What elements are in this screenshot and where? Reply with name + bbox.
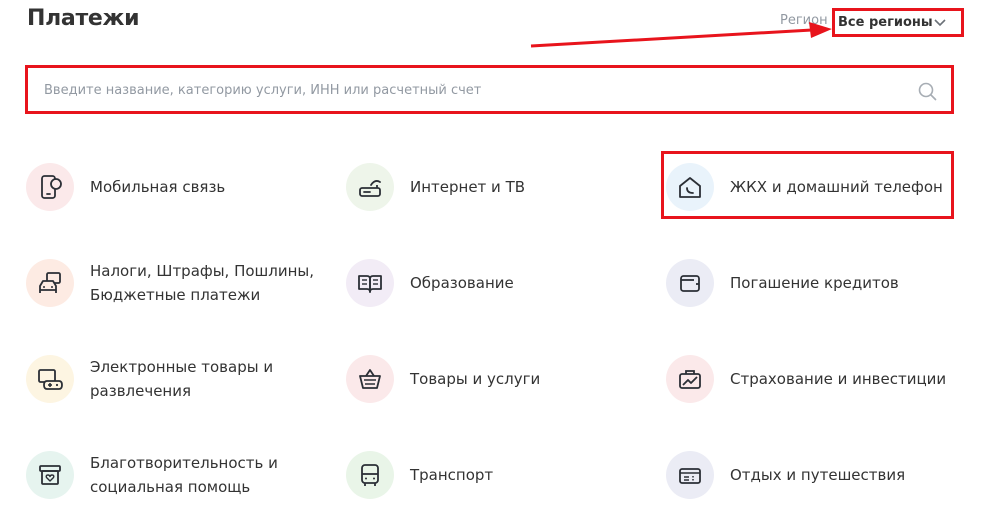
- category-icon-circle: [666, 355, 714, 403]
- house-phone-icon: [679, 177, 701, 198]
- category-label: Мобильная связь: [90, 178, 226, 196]
- category-label: Товары и услуги: [410, 370, 541, 388]
- category-mobile[interactable]: Мобильная связь: [26, 161, 326, 213]
- category-charity[interactable]: Благотворительность и социальная помощь: [26, 449, 326, 501]
- category-icon-circle: [346, 355, 394, 403]
- bus-icon: [361, 464, 379, 486]
- category-travel[interactable]: Отдых и путешествия: [666, 449, 966, 501]
- search-box: [25, 65, 954, 114]
- category-label: Благотворительность и социальная помощь: [90, 454, 278, 496]
- category-electronic-goods[interactable]: Электронные товары и развлечения: [26, 353, 326, 405]
- category-loans[interactable]: Погашение кредитов: [666, 257, 966, 309]
- category-icon-circle: [346, 163, 394, 211]
- ticket-icon: [679, 468, 701, 484]
- car-document-icon: [39, 272, 61, 293]
- book-icon: [358, 275, 382, 293]
- chevron-down-icon: [934, 19, 946, 27]
- category-label: Интернет и ТВ: [410, 178, 526, 196]
- category-icon-circle: [346, 259, 394, 307]
- category-icon-circle: [26, 355, 74, 403]
- category-icon-circle: [26, 259, 74, 307]
- region-label: Регион: [780, 13, 828, 28]
- category-insurance[interactable]: Страхование и инвестиции: [666, 353, 966, 405]
- basket-icon: [359, 369, 381, 389]
- category-utilities[interactable]: ЖКХ и домашний телефон: [666, 161, 966, 213]
- category-education[interactable]: Образование: [346, 257, 646, 309]
- region-select-value: Все регионы: [838, 15, 933, 30]
- mobile-phone-icon: [41, 175, 62, 199]
- category-label: Отдых и путешествия: [730, 466, 906, 484]
- category-label: Налоги, Штрафы, Пошлины, Бюджетные плате…: [90, 262, 315, 304]
- category-internet-tv[interactable]: Интернет и ТВ: [346, 161, 646, 213]
- category-icon-circle: [26, 451, 74, 499]
- charity-box-icon: [39, 465, 61, 485]
- category-transport[interactable]: Транспорт: [346, 449, 646, 501]
- category-label: Погашение кредитов: [730, 274, 899, 292]
- category-label: Транспорт: [410, 466, 494, 484]
- page-title: Платежи: [27, 6, 140, 31]
- category-icon-circle: [666, 163, 714, 211]
- category-goods-services[interactable]: Товары и услуги: [346, 353, 646, 405]
- category-label: Страхование и инвестиции: [730, 370, 947, 388]
- region-select[interactable]: Все регионы: [832, 8, 964, 37]
- search-icon[interactable]: [918, 82, 937, 101]
- category-label: ЖКХ и домашний телефон: [730, 178, 943, 196]
- router-icon: [359, 180, 381, 197]
- category-icon-circle: [346, 451, 394, 499]
- category-label: Образование: [410, 274, 514, 292]
- wallet-icon: [680, 275, 700, 292]
- category-icon-circle: [26, 163, 74, 211]
- gamepad-icon: [38, 369, 63, 390]
- category-taxes[interactable]: Налоги, Штрафы, Пошлины, Бюджетные плате…: [26, 257, 326, 309]
- briefcase-chart-icon: [679, 370, 701, 389]
- category-icon-circle: [666, 451, 714, 499]
- category-label: Электронные товары и развлечения: [90, 358, 274, 400]
- search-input[interactable]: [42, 68, 906, 113]
- category-icon-circle: [666, 259, 714, 307]
